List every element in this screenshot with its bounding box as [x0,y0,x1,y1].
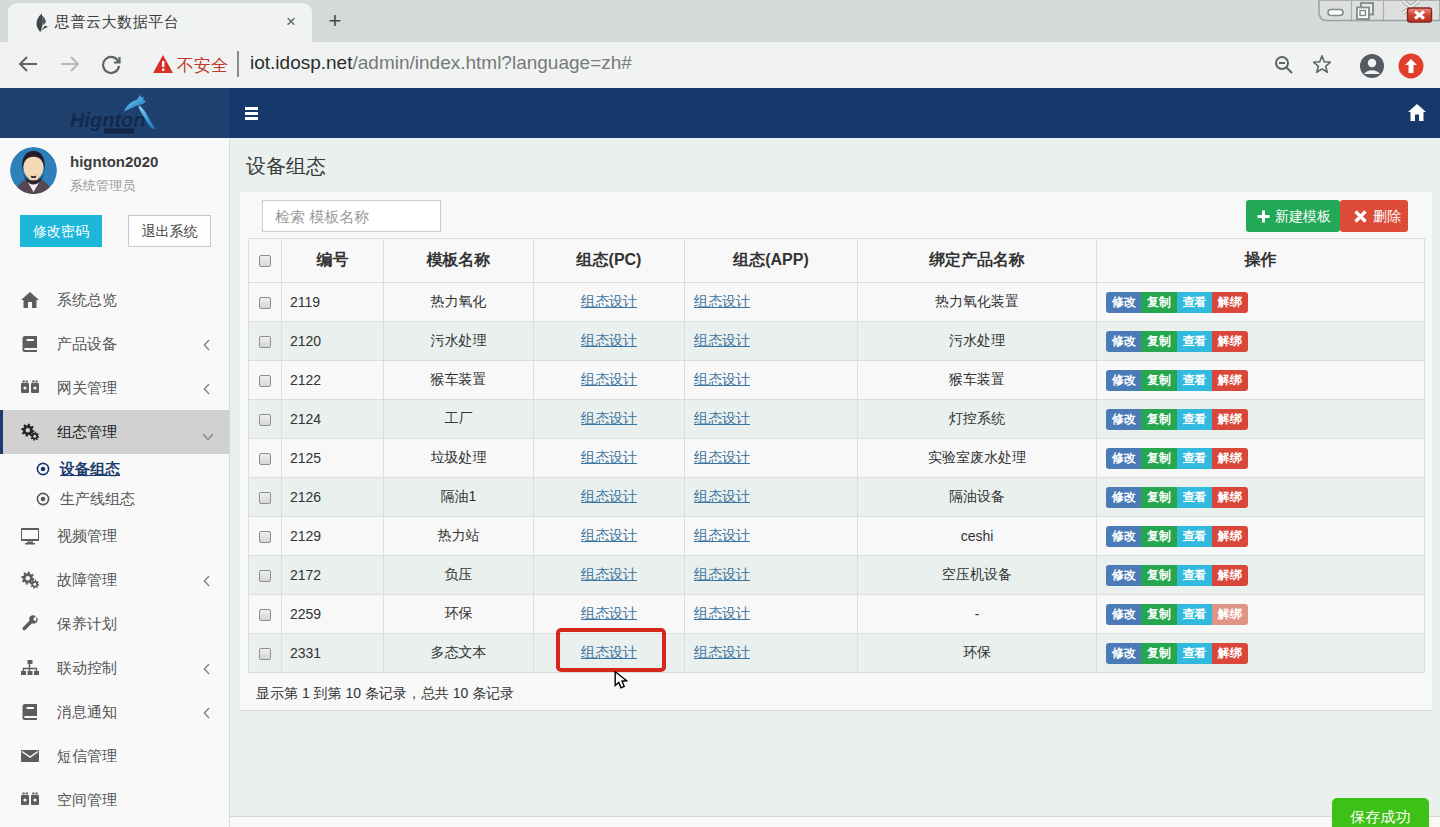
svg-text:Hignton: Hignton [70,109,146,131]
